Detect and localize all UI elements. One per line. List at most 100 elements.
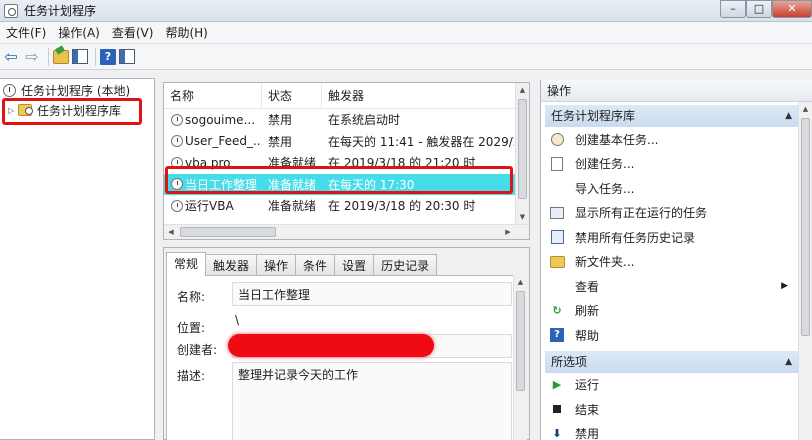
scroll-thumb[interactable] <box>801 118 810 336</box>
close-button[interactable]: ✕ <box>772 0 812 18</box>
general-tab-body: 名称: 当日工作整理 位置: \ 创建者: 描述: 整理并记录今天的工作 <box>166 275 527 440</box>
create-task-icon <box>549 156 565 172</box>
history-icon <box>549 229 565 245</box>
action-pane-icon <box>119 49 135 64</box>
scroll-up-icon[interactable]: ▲ <box>799 102 812 116</box>
action-disable[interactable]: ⬇ 禁用 <box>541 422 798 440</box>
tree-item-root[interactable]: 任务计划程序 (本地) <box>0 80 154 100</box>
clock-icon <box>3 83 16 97</box>
action-show-running-tasks[interactable]: 显示所有正在运行的任务 <box>541 201 798 226</box>
menu-help[interactable]: 帮助(H) <box>159 23 213 43</box>
action-new-folder[interactable]: 新文件夹... <box>541 250 798 275</box>
help-button[interactable]: ? <box>100 47 116 67</box>
action-create-task[interactable]: 创建任务... <box>541 152 798 177</box>
scroll-down-icon[interactable]: ▼ <box>516 210 529 224</box>
table-row[interactable]: vba pro 准备就绪 在 2019/3/18 的 21:20 时 <box>164 152 529 174</box>
action-create-basic-task[interactable]: 创建基本任务... <box>541 127 798 152</box>
task-clock-icon <box>171 156 183 169</box>
new-folder-icon <box>549 254 565 270</box>
table-row-selected[interactable]: 当日工作整理 准备就绪 在每天的 17:30 <box>164 173 529 195</box>
action-refresh[interactable]: ↻ 刷新 <box>541 299 798 324</box>
section-title: 所选项 <box>551 354 588 369</box>
tab-settings[interactable]: 设置 <box>334 254 375 276</box>
tree-item-task-library[interactable]: ▷ 任务计划程序库 <box>0 100 154 120</box>
scroll-up-icon[interactable]: ▲ <box>514 275 527 289</box>
scroll-thumb[interactable] <box>518 99 527 199</box>
table-row[interactable]: User_Feed_... 禁用 在每天的 11:41 - 触发器在 2029/… <box>164 131 529 153</box>
task-list-horizontal-scrollbar[interactable]: ◀ ▶ <box>164 224 529 239</box>
task-trigger: 在每天的 17:30 <box>328 177 415 192</box>
toolbar-separator <box>95 47 96 66</box>
expand-arrow-icon[interactable]: ▷ <box>8 106 18 115</box>
scroll-right-icon[interactable]: ▶ <box>501 225 515 239</box>
refresh-icon: ↻ <box>552 304 562 318</box>
action-view[interactable]: 查看 ▶ <box>541 274 798 299</box>
actions-vertical-scrollbar[interactable]: ▲ <box>798 102 812 440</box>
task-status: 禁用 <box>268 134 293 149</box>
tab-triggers[interactable]: 触发器 <box>205 254 258 276</box>
action-disable-history[interactable]: 禁用所有任务历史记录 <box>541 225 798 250</box>
tab-general[interactable]: 常规 <box>166 252 207 276</box>
action-run[interactable]: ▶ 运行 <box>541 373 798 398</box>
task-list-vertical-scrollbar[interactable]: ▲ ▼ <box>515 83 529 224</box>
task-status: 禁用 <box>268 113 293 128</box>
action-label: 结束 <box>575 402 600 417</box>
folder-clock-icon <box>18 104 33 116</box>
show-hide-tree-button[interactable] <box>72 47 88 67</box>
action-label: 查看 <box>575 279 600 294</box>
task-clock-icon <box>171 135 183 148</box>
maximize-button[interactable]: □ <box>746 0 772 18</box>
column-header-trigger[interactable]: 触发器 <box>322 83 514 109</box>
action-pane-button[interactable] <box>119 47 135 67</box>
up-folder-button[interactable] <box>53 47 69 67</box>
tab-conditions[interactable]: 条件 <box>295 254 336 276</box>
menu-action[interactable]: 操作(A) <box>52 23 106 43</box>
action-label: 新文件夹... <box>575 255 635 270</box>
column-header-name[interactable]: 名称 <box>164 82 262 109</box>
window-title: 任务计划程序 <box>24 4 97 18</box>
submenu-arrow-icon: ▶ <box>781 281 788 292</box>
collapse-icon[interactable]: ▲ <box>785 351 792 373</box>
action-end[interactable]: 结束 <box>541 397 798 422</box>
description-field[interactable]: 整理并记录今天的工作 <box>232 362 512 440</box>
task-clock-icon <box>171 178 183 191</box>
scroll-up-icon[interactable]: ▲ <box>516 83 529 97</box>
collapse-icon[interactable]: ▲ <box>785 105 792 127</box>
window-controls: – □ ✕ <box>720 0 812 20</box>
task-status: 准备就绪 <box>268 156 317 171</box>
table-row[interactable]: sogouime... 禁用 在系统启动时 <box>164 109 529 131</box>
location-label: 位置: <box>177 321 206 335</box>
task-name: User_Feed_... <box>185 134 262 149</box>
tab-history[interactable]: 历史记录 <box>373 254 438 276</box>
toolbar: ⇦ ⇨ ? <box>0 44 812 70</box>
tree-root-label: 任务计划程序 (本地) <box>21 83 131 98</box>
tree-child-label: 任务计划程序库 <box>37 103 122 118</box>
disable-icon: ⬇ <box>552 427 562 440</box>
task-list: 名称 状态 触发器 sogouime... 禁用 在系统启动时 User_Fee… <box>163 82 530 240</box>
menu-file[interactable]: 文件(F) <box>0 23 52 43</box>
table-row[interactable]: 运行VBA 准备就绪 在 2019/3/18 的 20:30 时 <box>164 195 529 217</box>
action-import-task[interactable]: 导入任务... <box>541 176 798 201</box>
column-header-status[interactable]: 状态 <box>262 82 322 109</box>
task-name: vba pro <box>185 155 231 170</box>
task-trigger: 在 2019/3/18 的 21:20 时 <box>328 156 476 171</box>
create-basic-task-icon <box>549 131 565 147</box>
details-vertical-scrollbar[interactable]: ▲ <box>513 275 527 440</box>
back-arrow-icon[interactable]: ⇦ <box>2 47 20 67</box>
scroll-thumb[interactable] <box>180 227 276 237</box>
help-icon: ? <box>549 327 565 343</box>
action-label: 创建基本任务... <box>575 132 659 147</box>
section-header-selected-item[interactable]: 所选项 ▲ <box>545 350 798 373</box>
action-help[interactable]: ? 帮助 <box>541 323 798 348</box>
minimize-button[interactable]: – <box>720 0 746 18</box>
console-tree-icon <box>72 49 88 64</box>
tab-actions[interactable]: 操作 <box>256 254 297 276</box>
task-list-header: 名称 状态 触发器 <box>164 82 529 109</box>
name-field[interactable]: 当日工作整理 <box>232 282 512 306</box>
scroll-thumb[interactable] <box>516 291 525 391</box>
forward-arrow-icon[interactable]: ⇨ <box>23 47 41 67</box>
menu-view[interactable]: 查看(V) <box>106 23 160 43</box>
scroll-left-icon[interactable]: ◀ <box>164 225 178 239</box>
menu-bar: 文件(F) 操作(A) 查看(V) 帮助(H) <box>0 22 812 44</box>
section-header-task-library[interactable]: 任务计划程序库 ▲ <box>545 105 798 127</box>
